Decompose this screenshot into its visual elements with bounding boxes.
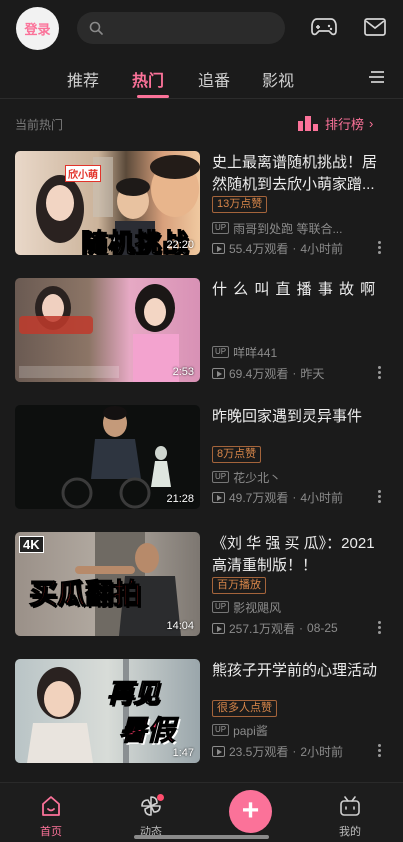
play-count-icon bbox=[212, 745, 225, 757]
menu-icon[interactable] bbox=[369, 70, 385, 84]
up-icon: UP bbox=[212, 222, 230, 234]
ranking-label: 排行榜 bbox=[325, 116, 365, 132]
up-icon: UP bbox=[212, 724, 230, 736]
view-count: 55.4万观看 bbox=[229, 241, 289, 256]
bilibili-tv-icon bbox=[340, 796, 360, 816]
view-count: 257.1万观看 bbox=[229, 621, 296, 636]
play-count-icon bbox=[212, 622, 225, 634]
video-stats: 69.4万观看 · 昨天 bbox=[212, 365, 324, 381]
ranking-link[interactable]: 排行榜 › bbox=[297, 113, 373, 133]
nav-label: 首页 bbox=[40, 826, 62, 838]
upload-plus-button[interactable]: + bbox=[229, 790, 272, 833]
video-title[interactable]: 《刘 华 强 买 瓜》：2021高清重制版！！ bbox=[212, 533, 388, 577]
video-title[interactable]: 熊孩子开学前的心理活动 bbox=[212, 660, 388, 682]
more-options-icon[interactable] bbox=[374, 365, 384, 381]
video-author[interactable]: UP 影视飓风 bbox=[212, 599, 281, 615]
video-badge: 很多人点赞 bbox=[212, 700, 277, 717]
author-name: 咩咩441 bbox=[233, 345, 278, 360]
nav-label: 我的 bbox=[339, 826, 361, 838]
up-icon: UP bbox=[212, 346, 230, 358]
video-stats: 49.7万观看 · 4小时前 bbox=[212, 489, 343, 505]
video-list: 欣小萌 随机挑战 22:20 史上最离谱随机挑战！居然随机到去欣小萌家蹭... … bbox=[0, 148, 403, 806]
video-badge: 百万播放 bbox=[212, 577, 266, 594]
publish-time: 4小时前 bbox=[300, 241, 344, 256]
video-author[interactable]: UP 花少北丶 bbox=[212, 469, 281, 485]
tab-anime[interactable]: 追番 bbox=[198, 67, 230, 91]
more-options-icon[interactable] bbox=[374, 240, 384, 256]
video-thumbnail[interactable]: 4K 买瓜翻拍 14:04 bbox=[15, 532, 200, 636]
author-name: 花少北丶 bbox=[233, 470, 282, 485]
home-icon bbox=[42, 796, 60, 816]
publish-time: 08-25 bbox=[307, 621, 338, 635]
ranking-icon bbox=[298, 116, 318, 131]
video-duration: 21:28 bbox=[166, 493, 194, 505]
video-author[interactable]: UP papi酱 bbox=[212, 722, 268, 738]
search-icon bbox=[89, 21, 103, 35]
publish-time: 昨天 bbox=[300, 366, 325, 381]
video-thumbnail[interactable]: 2:53 bbox=[15, 278, 200, 382]
video-title[interactable]: 史上最离谱随机挑战！居然随机到去欣小萌家蹭... bbox=[212, 152, 388, 196]
up-icon: UP bbox=[212, 471, 230, 483]
author-name: papi酱 bbox=[233, 723, 268, 738]
author-name: 雨哥到处跑 等联合... bbox=[233, 221, 343, 236]
author-name: 影视飓风 bbox=[233, 600, 282, 615]
video-thumbnail[interactable]: 欣小萌 随机挑战 22:20 bbox=[15, 151, 200, 255]
mail-icon[interactable] bbox=[364, 18, 386, 36]
video-stats: 23.5万观看 · 2小时前 bbox=[212, 743, 343, 759]
thumbnail-tag: 4K bbox=[19, 536, 44, 553]
notification-dot bbox=[157, 794, 164, 801]
video-stats: 257.1万观看 · 08-25 bbox=[212, 620, 338, 636]
thumbnail-overlay-text: 买瓜翻拍 bbox=[28, 578, 142, 610]
view-count: 69.4万观看 bbox=[229, 366, 289, 381]
video-author[interactable]: UP 咩咩441 bbox=[212, 344, 277, 360]
thumbnail-tag: 欣小萌 bbox=[65, 165, 101, 182]
video-badge: 8万点赞 bbox=[212, 446, 262, 463]
more-options-icon[interactable] bbox=[374, 743, 384, 759]
section-title: 当前热门 bbox=[15, 118, 64, 132]
thumbnail-overlay-text: 暑假 bbox=[118, 715, 176, 747]
video-card[interactable]: 4K 买瓜翻拍 14:04 《刘 华 强 买 瓜》：2021高清重制版！！ 百万… bbox=[0, 529, 403, 656]
divider bbox=[0, 98, 403, 99]
video-title[interactable]: 昨晚回家遇到灵异事件 bbox=[212, 406, 388, 428]
more-options-icon[interactable] bbox=[374, 489, 384, 505]
tab-recommend[interactable]: 推荐 bbox=[67, 67, 99, 91]
view-count: 49.7万观看 bbox=[229, 490, 289, 505]
video-duration: 14:04 bbox=[166, 620, 194, 632]
up-icon: UP bbox=[212, 601, 230, 613]
game-controller-icon[interactable] bbox=[311, 16, 337, 38]
video-stats: 55.4万观看 · 4小时前 bbox=[212, 240, 343, 256]
video-author[interactable]: UP 雨哥到处跑 等联合... bbox=[212, 220, 342, 236]
home-indicator bbox=[134, 835, 269, 839]
video-card[interactable]: 21:28 昨晚回家遇到灵异事件 8万点赞 UP 花少北丶 49.7万观看 · 4小时… bbox=[0, 402, 403, 529]
publish-time: 4小时前 bbox=[300, 490, 344, 505]
video-thumbnail[interactable]: 再见 暑假 1:47 bbox=[15, 659, 200, 763]
play-count-icon bbox=[212, 491, 225, 503]
view-count: 23.5万观看 bbox=[229, 744, 289, 759]
tab-hot[interactable]: 热门 bbox=[132, 67, 164, 91]
channel-tabs: 推荐 热门 追番 影视 bbox=[0, 58, 403, 98]
video-duration: 22:20 bbox=[166, 239, 194, 251]
video-card[interactable]: 2:53 什 么 叫 直 播 事 故 啊 UP 咩咩441 69.4万观看 · 昨天 bbox=[0, 275, 403, 402]
chevron-right-icon: › bbox=[369, 115, 374, 131]
video-title[interactable]: 什 么 叫 直 播 事 故 啊 bbox=[212, 279, 388, 301]
login-button[interactable]: 登录 bbox=[16, 7, 59, 50]
top-bar: 登录 bbox=[0, 0, 403, 58]
tab-movies[interactable]: 影视 bbox=[262, 67, 294, 91]
more-options-icon[interactable] bbox=[374, 620, 384, 636]
video-card[interactable]: 再见 暑假 1:47 熊孩子开学前的心理活动 很多人点赞 UP papi酱 23.… bbox=[0, 656, 403, 783]
video-duration: 2:53 bbox=[172, 366, 194, 378]
search-input[interactable] bbox=[77, 12, 285, 44]
play-count-icon bbox=[212, 242, 225, 254]
video-badge: 13万点赞 bbox=[212, 196, 268, 213]
video-duration: 1:47 bbox=[172, 747, 194, 759]
video-card[interactable]: 欣小萌 随机挑战 22:20 史上最离谱随机挑战！居然随机到去欣小萌家蹭... … bbox=[0, 148, 403, 275]
video-thumbnail[interactable]: 21:28 bbox=[15, 405, 200, 509]
publish-time: 2小时前 bbox=[300, 744, 344, 759]
bottom-navigation: 首页 动态 + 我的 bbox=[0, 782, 403, 842]
play-count-icon bbox=[212, 367, 225, 379]
thumbnail-overlay-text: 再见 bbox=[106, 678, 160, 709]
